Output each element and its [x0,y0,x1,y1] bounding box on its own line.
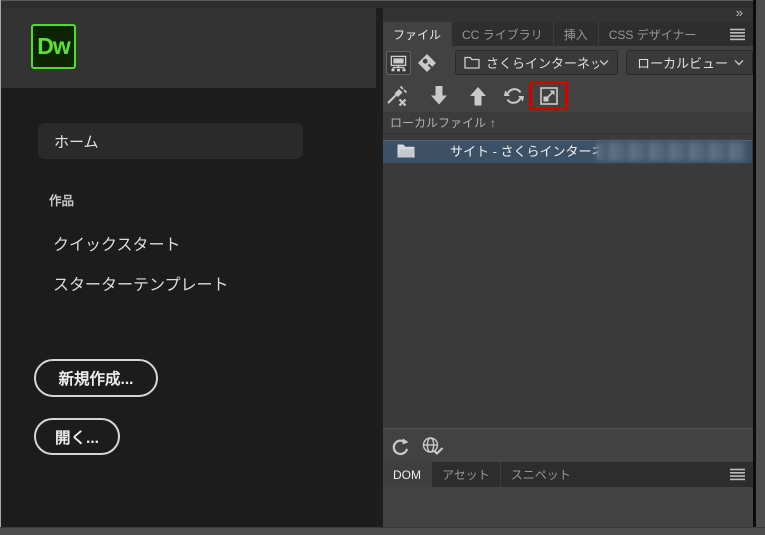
sync-arrows-icon [503,85,525,107]
sidebar-item-quick-start[interactable]: クイックスタート [53,231,181,255]
view-dropdown-value: ローカルビュー [637,53,734,72]
dom-panel-body [383,487,754,527]
site-toolbar: さくらインターネット ローカルビュー [383,46,754,80]
globe-check-icon [421,436,444,457]
highlight-annotation [529,81,568,110]
expand-collapse-button[interactable] [539,86,559,106]
sort-ascending-icon: ↑ [490,116,496,130]
site-view-toggle-button[interactable] [386,51,411,75]
open-file-button-label: 開く... [55,426,99,448]
tab-insert[interactable]: 挿入 [553,22,598,46]
collapse-panels-icon[interactable]: » [736,6,742,20]
extract-diamond-icon [416,52,438,74]
tab-assets[interactable]: アセット [431,462,500,487]
tab-snippets[interactable]: スニペット [500,462,581,487]
tab-files-label: ファイル [393,26,441,43]
sidebar-item-home[interactable]: ホーム [38,123,303,159]
chevron-down-icon [599,59,609,66]
arrow-down-icon [429,85,449,107]
tabbar-spacer [706,22,720,46]
dreamweaver-logo-text: Dw [37,33,70,60]
connect-remote-server-button[interactable] [385,84,409,108]
panel-menu-icon[interactable] [720,462,754,487]
site-dropdown-value: さくらインターネット [486,53,599,72]
window-left-edge [0,0,1,535]
files-panel: » ファイル CC ライブラリ 挿入 CSS デザイナー [383,8,754,527]
panel-menu-icon[interactable] [720,22,754,46]
put-files-button[interactable] [468,85,488,107]
tab-snippets-label: スニペット [511,466,571,483]
panel-tabbar: ファイル CC ライブラリ 挿入 CSS デザイナー [383,22,754,46]
folder-icon [397,144,415,158]
tab-assets-label: アセット [442,466,490,483]
tab-css-designer[interactable]: CSS デザイナー [598,22,707,46]
window-bottom-edge[interactable] [0,527,765,535]
dom-panel-tabbar: DOM アセット スニペット [383,462,754,487]
works-section-label: 作品 [49,190,74,209]
realtime-preview-button[interactable] [421,436,444,457]
tab-cc-libraries-label: CC ライブラリ [462,26,543,43]
chevron-down-icon [734,59,744,66]
extract-button[interactable] [416,52,438,74]
local-files-label: ローカルファイル [390,114,486,131]
home-label: ホーム [54,131,99,152]
tab-cc-libraries[interactable]: CC ライブラリ [451,22,553,46]
tab-dom-label: DOM [393,468,421,482]
refresh-button[interactable] [391,437,410,456]
dreamweaver-window: Dw ホーム 作品 クイックスタート スターターテンプレート 新規作成... 開… [0,0,765,535]
file-list[interactable]: サイト - さくらインターネット [383,134,754,428]
tab-files[interactable]: ファイル [383,22,451,46]
hamburger-icon [729,468,746,481]
hamburger-icon [729,28,746,41]
monitor-network-icon [389,54,408,73]
redacted-path-blur [596,142,746,161]
new-file-button-label: 新規作成... [59,367,134,389]
expand-panel-icon [539,86,559,106]
panel-dock-header: » [383,8,754,22]
get-files-button[interactable] [429,85,449,107]
synchronize-button[interactable] [503,85,525,107]
window-right-edge[interactable] [756,0,765,535]
welcome-pane: Dw ホーム 作品 クイックスタート スターターテンプレート 新規作成... 開… [1,8,376,527]
new-file-button[interactable]: 新規作成... [34,359,158,397]
window-top-edge [0,0,765,8]
tab-insert-label: 挿入 [564,26,588,43]
sidebar-item-starter-templates[interactable]: スターターテンプレート [53,271,229,295]
file-row-site-root[interactable]: サイト - さくらインターネット [383,140,752,163]
file-transfer-toolbar [383,80,754,112]
tabbar-spacer [581,462,720,487]
connect-plug-icon [385,84,409,108]
tab-dom[interactable]: DOM [383,462,431,487]
open-file-button[interactable]: 開く... [34,418,120,455]
refresh-icon [391,437,410,456]
view-dropdown[interactable]: ローカルビュー [626,50,753,75]
folder-icon [464,56,480,69]
tab-css-designer-label: CSS デザイナー [609,26,697,43]
arrow-up-icon [468,85,488,107]
welcome-header-band: Dw [1,8,376,88]
site-dropdown[interactable]: さくらインターネット [455,50,618,75]
files-panel-statusbar [383,428,754,462]
dreamweaver-logo: Dw [31,24,76,69]
local-files-column-header[interactable]: ローカルファイル ↑ [383,112,754,134]
